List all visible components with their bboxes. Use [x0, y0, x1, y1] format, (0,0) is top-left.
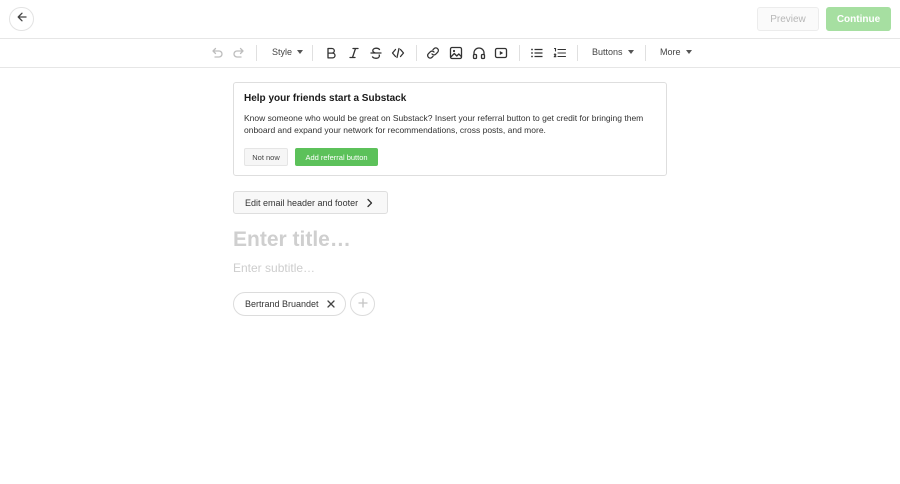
more-dropdown-label: More [660, 47, 681, 57]
toolbar-divider [416, 45, 417, 61]
edit-email-header-footer-button[interactable]: Edit email header and footer [233, 191, 388, 214]
bold-icon[interactable] [323, 45, 339, 61]
promo-title: Help your friends start a Substack [244, 93, 407, 104]
image-icon[interactable] [448, 45, 464, 61]
toolbar-divider [312, 45, 313, 61]
edit-email-label: Edit email header and footer [245, 197, 359, 208]
toolbar-divider [577, 45, 578, 61]
style-dropdown[interactable]: Style [272, 47, 304, 57]
video-icon[interactable] [493, 45, 509, 61]
formatting-toolbar: Style Buttons More [0, 39, 900, 68]
link-icon[interactable] [425, 45, 441, 61]
toolbar-divider [519, 45, 520, 61]
not-now-button[interactable]: Not now [244, 148, 288, 166]
caret-down-icon [297, 50, 304, 54]
style-dropdown-label: Style [272, 47, 293, 57]
referral-promo-card: Help your friends start a Substack Know … [233, 82, 667, 176]
italic-icon[interactable] [346, 45, 362, 61]
audio-icon[interactable] [471, 45, 487, 61]
preview-button[interactable]: Preview [757, 7, 819, 31]
post-title-input[interactable]: Enter title… [233, 228, 351, 252]
code-icon[interactable] [390, 45, 406, 61]
buttons-dropdown-label: Buttons [592, 47, 623, 57]
continue-button[interactable]: Continue [826, 7, 891, 31]
bullet-list-icon[interactable] [529, 45, 545, 61]
toolbar-divider [645, 45, 646, 61]
author-chip[interactable]: Bertrand Bruandet [233, 292, 346, 316]
author-name: Bertrand Bruandet [245, 299, 319, 309]
numbered-list-icon[interactable] [552, 45, 568, 61]
top-bar: Preview Continue [0, 0, 900, 39]
undo-icon[interactable] [209, 45, 225, 61]
post-subtitle-input[interactable]: Enter subtitle… [233, 261, 315, 275]
caret-down-icon [685, 50, 692, 54]
toolbar-divider [256, 45, 257, 61]
strikethrough-icon[interactable] [368, 45, 384, 61]
promo-body: Know someone who would be great on Subst… [244, 113, 644, 135]
back-button[interactable] [9, 7, 34, 31]
plus-icon [357, 295, 368, 313]
chevron-right-icon [365, 198, 374, 208]
caret-down-icon [627, 50, 634, 54]
add-author-button[interactable] [350, 292, 375, 316]
more-dropdown[interactable]: More [660, 47, 692, 57]
add-referral-button[interactable]: Add referral button [295, 148, 378, 166]
redo-icon[interactable] [231, 45, 247, 61]
arrow-left-icon [16, 10, 28, 28]
close-icon[interactable] [326, 299, 336, 309]
buttons-dropdown[interactable]: Buttons [592, 47, 634, 57]
